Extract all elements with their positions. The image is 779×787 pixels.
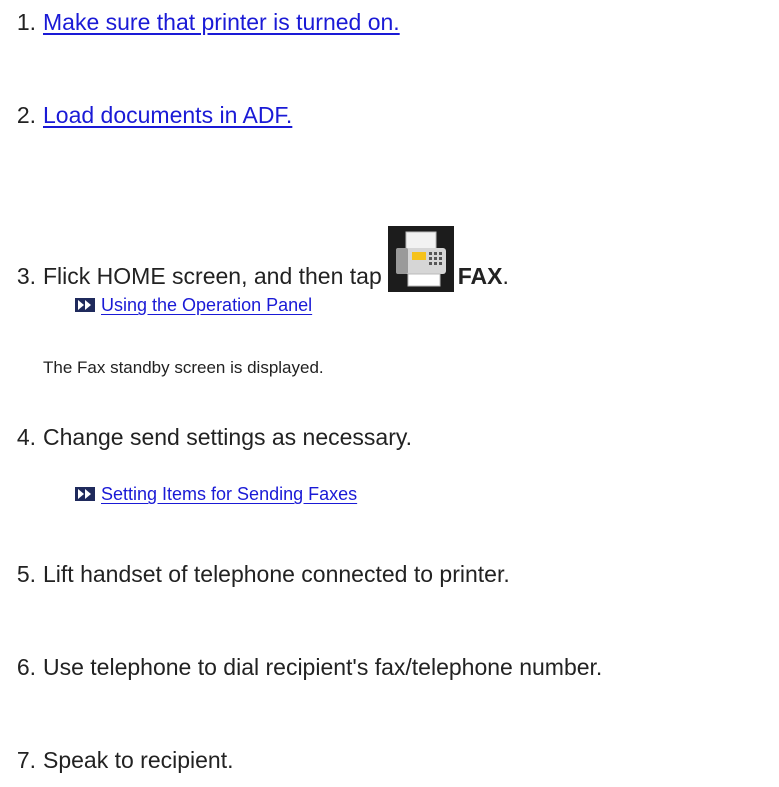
step-number: 2. [16,102,36,128]
step-number: 6. [16,654,36,680]
step-text: Flick HOME screen, and then tap [43,263,382,289]
setting-items-reference: Setting Items for Sending Faxes [75,483,357,505]
step-5: 5. Lift handset of telephone connected to… [0,560,510,588]
step-7: 7. Speak to recipient. [0,746,234,774]
double-arrow-icon [75,487,95,501]
step-6: 6. Use telephone to dial recipient's fax/… [0,653,603,681]
step-number: 7. [16,747,36,773]
using-operation-panel-link[interactable]: Using the Operation Panel [101,295,312,315]
double-arrow-icon [75,298,95,312]
step-2: 2. Load documents in ADF. [0,101,293,129]
step-text: Speak to recipient. [43,747,234,773]
step-number: 1. [16,9,36,35]
fax-icon[interactable] [387,226,454,292]
operation-panel-reference: Using the Operation Panel [75,294,312,316]
step-text: Change send settings as necessary. [43,424,413,450]
step-text: Lift handset of telephone connected to p… [43,561,510,587]
step-suffix: . [502,263,509,289]
step-number: 5. [16,561,36,587]
load-documents-link[interactable]: Load documents in ADF. [43,102,292,128]
step-3: 3. Flick HOME screen, and then tap FAX. [0,226,509,292]
step-1: 1. Make sure that printer is turned on. [0,8,400,36]
make-sure-printer-on-link[interactable]: Make sure that printer is turned on. [43,9,400,35]
step-4: 4. Change send settings as necessary. [0,423,412,451]
fax-standby-note: The Fax standby screen is displayed. [43,358,324,377]
step-number: 4. [16,424,36,450]
step-text: Use telephone to dial recipient's fax/te… [43,654,603,680]
setting-items-sending-faxes-link[interactable]: Setting Items for Sending Faxes [101,484,357,504]
step-number: 3. [16,263,36,289]
fax-label: FAX [457,263,503,289]
